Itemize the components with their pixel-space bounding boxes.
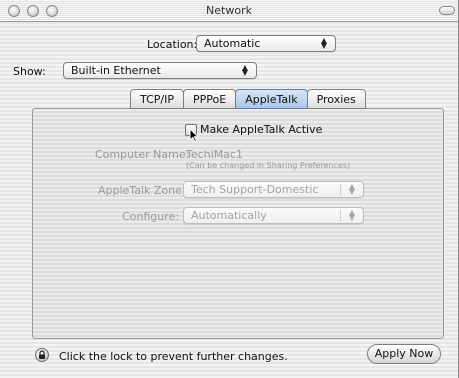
tab-appletalk[interactable]: AppleTalk: [235, 89, 308, 109]
configure-value: Automatically: [191, 209, 267, 222]
show-value: Built-in Ethernet: [71, 64, 161, 77]
lock-hint-text: Click the lock to prevent further change…: [59, 350, 288, 363]
arrow-cursor-icon: [189, 128, 199, 143]
apply-now-button[interactable]: Apply Now: [367, 344, 441, 364]
title-bar[interactable]: Network: [0, 0, 458, 22]
tab-tcpip[interactable]: TCP/IP: [130, 89, 184, 109]
updown-arrows-icon: ▲ ▼: [348, 182, 355, 196]
network-preferences-window: Network Location: Automatic ▲ ▼ Show: Bui…: [0, 0, 459, 378]
location-popup[interactable]: Automatic ▲ ▼: [196, 35, 336, 52]
tab-proxies[interactable]: Proxies: [306, 89, 366, 109]
configure-label: Configure:: [122, 210, 180, 223]
popup-divider: [340, 184, 341, 195]
computer-name-value: TechiMac1: [186, 148, 243, 161]
location-value: Automatic: [204, 37, 261, 50]
appletalk-zone-value: Tech Support-Domestic: [191, 183, 319, 196]
updown-arrows-icon: ▲ ▼: [320, 36, 327, 50]
tab-bar: TCP/IP PPPoE AppleTalk Proxies: [130, 89, 366, 109]
show-popup[interactable]: Built-in Ethernet ▲ ▼: [63, 62, 257, 79]
location-label: Location:: [147, 38, 198, 51]
make-appletalk-active-label[interactable]: Make AppleTalk Active: [200, 123, 322, 136]
tab-pppoe[interactable]: PPPoE: [182, 89, 237, 109]
lock-button[interactable]: [35, 348, 49, 362]
appletalk-zone-popup[interactable]: Tech Support-Domestic ▲ ▼: [183, 181, 364, 198]
computer-name-label: Computer Name:: [95, 148, 190, 161]
toolbar-toggle-button[interactable]: [439, 6, 455, 15]
window-title: Network: [206, 4, 252, 17]
configure-popup[interactable]: Automatically ▲ ▼: [183, 207, 364, 224]
show-label: Show:: [13, 65, 46, 78]
appletalk-zone-label: AppleTalk Zone:: [98, 184, 186, 197]
updown-arrows-icon: ▲ ▼: [241, 63, 248, 77]
popup-divider: [340, 210, 341, 221]
updown-arrows-icon: ▲ ▼: [348, 208, 355, 222]
computer-name-note: (Can be changed in Sharing Preferences): [186, 161, 351, 170]
lock-icon: [39, 350, 45, 359]
